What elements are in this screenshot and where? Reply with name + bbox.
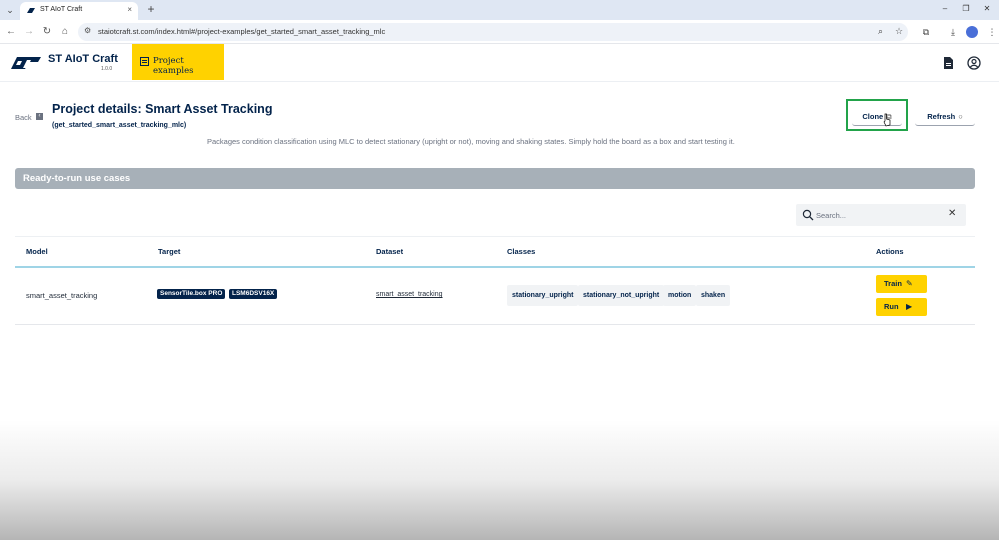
site-info-icon[interactable]: ⚙ bbox=[84, 26, 91, 35]
close-window-button[interactable]: ✕ bbox=[980, 4, 994, 13]
zoom-icon[interactable]: ⌕ bbox=[878, 26, 883, 37]
run-button[interactable]: Run ▶ bbox=[876, 298, 927, 316]
table-divider bbox=[15, 236, 975, 237]
target-chip: SensorTile.box PRO bbox=[157, 289, 226, 299]
target-chip: LSM6DSV16X bbox=[229, 289, 278, 299]
document-list-icon bbox=[140, 57, 149, 66]
project-description: Packages condition classification using … bbox=[207, 137, 735, 146]
class-chip: motion bbox=[663, 285, 697, 306]
search-icon bbox=[802, 209, 814, 221]
home-icon[interactable]: ⌂ bbox=[58, 25, 72, 39]
column-header-target[interactable]: Target bbox=[158, 247, 180, 256]
minimize-button[interactable]: – bbox=[938, 4, 952, 13]
column-header-actions: Actions bbox=[876, 247, 904, 256]
clear-search-icon[interactable]: ✕ bbox=[948, 208, 956, 219]
train-button[interactable]: Train ✎ bbox=[876, 275, 927, 293]
column-header-classes[interactable]: Classes bbox=[507, 247, 535, 256]
app-name: ST AIoT Craft bbox=[48, 53, 118, 65]
extensions-icon[interactable]: ⧉ bbox=[919, 25, 933, 39]
bottom-shadow bbox=[0, 420, 999, 540]
download-icon[interactable]: ⤓ bbox=[946, 25, 960, 39]
app-version: 1.0.0 bbox=[101, 66, 113, 72]
table-header-underline bbox=[15, 266, 975, 268]
column-header-dataset[interactable]: Dataset bbox=[376, 247, 403, 256]
back-arrow-icon[interactable]: ← bbox=[4, 25, 18, 39]
table-row-divider bbox=[15, 324, 975, 325]
page-title: Project details: Smart Asset Tracking bbox=[52, 102, 273, 116]
app-header: ST AIoT Craft 1.0.0 Project examples bbox=[0, 44, 999, 82]
tab-search-icon[interactable]: ⌄ bbox=[4, 4, 16, 16]
dataset-link[interactable]: smart_asset_tracking bbox=[376, 291, 443, 298]
back-chevron-icon[interactable]: ‹ bbox=[36, 113, 43, 120]
section-header: Ready-to-run use cases bbox=[15, 168, 975, 189]
st-logo-icon[interactable] bbox=[8, 55, 42, 71]
project-id: (get_started_smart_asset_tracking_mlc) bbox=[52, 122, 187, 129]
tab-project-examples[interactable]: Project examples bbox=[132, 44, 224, 80]
st-favicon-icon bbox=[27, 8, 35, 13]
clone-button-label: Clone bbox=[862, 112, 884, 121]
tab-title: ST AIoT Craft bbox=[40, 6, 83, 13]
class-chip: shaken bbox=[696, 285, 731, 306]
search-box: ✕ bbox=[796, 204, 966, 226]
browser-tab[interactable]: ST AIoT Craft × bbox=[20, 2, 138, 20]
documentation-icon[interactable] bbox=[941, 56, 955, 70]
class-chip: stationary_not_upright bbox=[578, 285, 665, 306]
chrome-menu-icon[interactable]: ⋮ bbox=[985, 25, 999, 39]
search-input[interactable] bbox=[816, 207, 936, 223]
refresh-icon: ○ bbox=[958, 112, 963, 121]
refresh-button-label: Refresh bbox=[927, 112, 956, 121]
clone-button[interactable]: Clone ⧉ bbox=[852, 108, 902, 126]
train-button-label: Train bbox=[884, 279, 902, 288]
bookmark-star-icon[interactable]: ☆ bbox=[895, 26, 903, 37]
model-name: smart_asset_tracking bbox=[26, 291, 98, 300]
refresh-button[interactable]: Refresh ○ bbox=[915, 108, 975, 126]
reload-icon[interactable]: ↻ bbox=[40, 25, 54, 39]
mouse-cursor-icon bbox=[883, 113, 891, 127]
back-link[interactable]: Back bbox=[15, 113, 32, 122]
url-text: staiotcraft.st.com/index.html#/project-e… bbox=[98, 27, 386, 36]
column-header-model[interactable]: Model bbox=[26, 247, 48, 256]
new-tab-button[interactable]: + bbox=[144, 2, 158, 16]
account-icon[interactable] bbox=[967, 56, 981, 70]
restore-button[interactable]: ❐ bbox=[959, 4, 973, 13]
forward-arrow-icon[interactable]: → bbox=[22, 25, 36, 39]
browser-tab-strip: ⌄ ST AIoT Craft × + – ❐ ✕ bbox=[0, 0, 999, 20]
class-chip: stationary_upright bbox=[507, 285, 579, 306]
run-button-label: Run bbox=[884, 302, 899, 311]
tab-close-icon[interactable]: × bbox=[127, 5, 132, 14]
play-icon: ▶ bbox=[906, 302, 913, 311]
pencil-icon: ✎ bbox=[906, 279, 913, 288]
tab-project-examples-label: Project examples bbox=[153, 56, 194, 76]
profile-avatar[interactable] bbox=[966, 26, 978, 38]
address-bar[interactable]: ⚙ staiotcraft.st.com/index.html#/project… bbox=[78, 23, 908, 41]
browser-toolbar: ← → ↻ ⌂ ⚙ staiotcraft.st.com/index.html#… bbox=[0, 20, 999, 44]
section-title: Ready-to-run use cases bbox=[23, 173, 131, 184]
